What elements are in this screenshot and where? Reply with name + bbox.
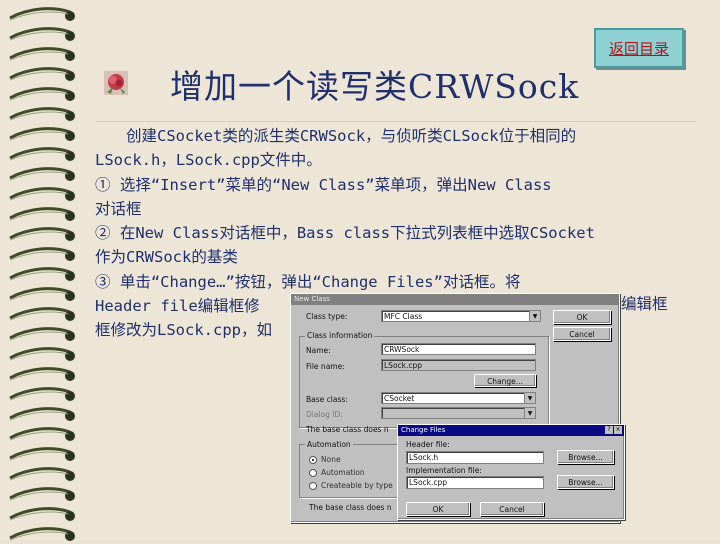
notebook-spiral-binding bbox=[0, 0, 90, 541]
chevron-down-icon[interactable]: ▼ bbox=[524, 393, 535, 403]
spiral-ring bbox=[8, 444, 78, 464]
base-class-label: Base class: bbox=[306, 395, 348, 404]
radio-automation[interactable]: Automation bbox=[309, 468, 365, 477]
spiral-ring bbox=[8, 484, 78, 504]
automation-label: Automation bbox=[305, 440, 353, 449]
header-file-label: Header file: bbox=[406, 440, 450, 449]
body-line: LSock.h，LSock.cpp文件中。 bbox=[95, 151, 322, 170]
body-line: ② 在New Class对话框中，Bass class下拉式列表框中选取CSoc… bbox=[95, 224, 595, 243]
spiral-ring bbox=[8, 44, 78, 64]
body-line-start: Header file编辑框修 bbox=[95, 297, 260, 316]
radio-automation-label: Automation bbox=[321, 468, 365, 477]
close-icon[interactable]: × bbox=[614, 426, 622, 434]
change-files-dialog: Change Files ? × Header file: LSock.h Bro… bbox=[397, 424, 625, 520]
class-type-label: Class type: bbox=[306, 312, 348, 321]
change-files-titlebar: Change Files ? × bbox=[398, 425, 624, 436]
radio-createable-label: Createable by type bbox=[321, 481, 393, 490]
spiral-ring bbox=[8, 64, 78, 84]
body-line: 作为CRWSock的基类 bbox=[95, 248, 238, 267]
spiral-ring bbox=[8, 304, 78, 324]
change-files-cancel-button[interactable]: Cancel bbox=[480, 502, 544, 516]
spiral-ring bbox=[8, 144, 78, 164]
spiral-ring bbox=[8, 524, 78, 544]
change-button[interactable]: Change... bbox=[474, 374, 536, 387]
base-class-value: CSocket bbox=[384, 394, 415, 403]
implementation-file-input[interactable]: LSock.cpp bbox=[406, 476, 544, 489]
spiral-ring bbox=[8, 164, 78, 184]
spiral-ring bbox=[8, 284, 78, 304]
radio-none-dot[interactable] bbox=[309, 455, 317, 464]
file-name-field: LSock.cpp bbox=[381, 359, 536, 371]
file-name-label: File name: bbox=[306, 362, 345, 371]
radio-none-label: None bbox=[321, 455, 341, 464]
new-class-titlebar: New Class bbox=[291, 294, 619, 305]
spiral-ring bbox=[8, 404, 78, 424]
spiral-ring bbox=[8, 464, 78, 484]
title-divider bbox=[96, 121, 696, 122]
spiral-ring bbox=[8, 84, 78, 104]
spiral-ring bbox=[8, 264, 78, 284]
radio-createable[interactable]: Createable by type bbox=[309, 481, 393, 490]
name-label: Name: bbox=[306, 346, 331, 355]
cancel-button[interactable]: Cancel bbox=[553, 327, 611, 341]
class-information-label: Class information bbox=[305, 331, 375, 340]
body-line-tail: 编辑框 bbox=[621, 295, 668, 313]
class-type-value: MFC Class bbox=[384, 312, 423, 321]
change-files-title: Change Files bbox=[401, 426, 446, 434]
spiral-ring bbox=[8, 104, 78, 124]
spiral-ring bbox=[8, 384, 78, 404]
ok-button[interactable]: OK bbox=[553, 310, 611, 324]
spiral-ring bbox=[8, 184, 78, 204]
help-icon[interactable]: ? bbox=[605, 426, 613, 434]
implementation-file-label: Implementation file: bbox=[406, 466, 482, 475]
browse-header-button[interactable]: Browse... bbox=[557, 450, 614, 464]
base-class-note: The base class does n bbox=[306, 425, 389, 434]
spiral-ring bbox=[8, 424, 78, 444]
body-line: ① 选择“Insert”菜单的“New Class”菜单项，弹出New Clas… bbox=[95, 175, 552, 194]
spiral-ring bbox=[8, 124, 78, 144]
browse-implementation-button[interactable]: Browse... bbox=[557, 475, 614, 489]
spiral-ring bbox=[8, 324, 78, 344]
spiral-ring bbox=[8, 504, 78, 524]
body-line: ③ 单击“Change…”按钮，弹出“Change Files”对话框。将 bbox=[95, 272, 521, 291]
spiral-ring bbox=[8, 344, 78, 364]
spiral-ring bbox=[8, 4, 78, 24]
spiral-ring bbox=[8, 24, 78, 44]
spiral-ring bbox=[8, 364, 78, 384]
chevron-down-icon: ▼ bbox=[524, 408, 535, 418]
dialog-id-label: Dialog ID: bbox=[306, 410, 343, 419]
base-class-combo[interactable]: CSocket ▼ bbox=[381, 392, 536, 404]
name-input[interactable]: CRWSock bbox=[381, 343, 536, 355]
new-class-title: New Class bbox=[294, 295, 330, 303]
back-to-contents-button[interactable]: 返回目录 bbox=[594, 28, 684, 68]
spiral-ring bbox=[8, 224, 78, 244]
body-line: 对话框 bbox=[95, 199, 142, 218]
spiral-ring bbox=[8, 244, 78, 264]
change-files-ok-button[interactable]: OK bbox=[406, 502, 470, 516]
radio-automation-dot[interactable] bbox=[309, 468, 317, 477]
radio-none[interactable]: None bbox=[309, 455, 341, 464]
dialog-id-combo: ▼ bbox=[381, 407, 536, 419]
chevron-down-icon[interactable]: ▼ bbox=[529, 311, 540, 321]
flower-bullet-icon bbox=[104, 71, 128, 95]
slide-title: 增加一个读写类CRWSock bbox=[170, 67, 580, 106]
body-line: 创建CSocket类的派生类CRWSock，与侦听类CLSock位于相同的 bbox=[95, 127, 577, 145]
bottom-note: The base class does n bbox=[309, 503, 392, 512]
header-file-input[interactable]: LSock.h bbox=[406, 451, 544, 464]
spiral-ring bbox=[8, 204, 78, 224]
class-type-combo[interactable]: MFC Class ▼ bbox=[381, 310, 541, 322]
radio-createable-dot[interactable] bbox=[309, 481, 317, 490]
back-to-contents-label: 返回目录 bbox=[608, 39, 669, 58]
